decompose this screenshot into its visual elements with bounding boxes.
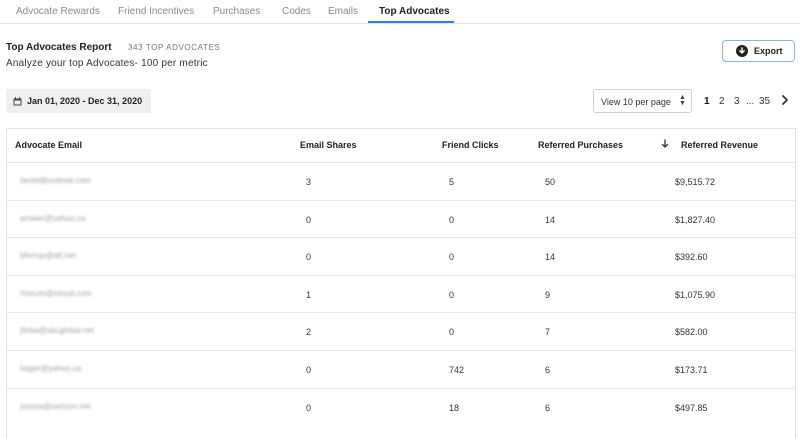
tab-bar: Advocate Rewards Friend Incentives Purch… bbox=[0, 0, 800, 24]
report-subtitle: Analyze your top Advocates- 100 per metr… bbox=[6, 58, 208, 69]
page-1-link[interactable]: 1 bbox=[704, 96, 710, 107]
table-row: larold@outlook.com 3 5 50 $9,515.72 bbox=[7, 162, 795, 199]
cell-referred-revenue: $9,515.72 bbox=[675, 177, 716, 187]
cell-referred-revenue: $1,827.40 bbox=[675, 214, 716, 225]
column-header-email-shares[interactable]: Email Shares bbox=[300, 140, 357, 150]
cell-referred-purchases: 9 bbox=[545, 289, 551, 300]
cell-email-shares: 0 bbox=[306, 402, 312, 413]
page-3-link[interactable]: 3 bbox=[734, 96, 740, 107]
cell-referred-purchases: 14 bbox=[545, 214, 556, 225]
cell-referred-revenue: $497.85 bbox=[675, 402, 708, 413]
cell-referred-revenue: $582.00 bbox=[675, 327, 708, 338]
cell-referred-revenue: $1,075.90 bbox=[675, 289, 716, 300]
cell-friend-clicks: 0 bbox=[449, 214, 455, 225]
tab-friend-incentives[interactable]: Friend Incentives bbox=[118, 6, 194, 17]
cell-advocate-email[interactable]: larold@outlook.com bbox=[20, 176, 91, 185]
cell-advocate-email[interactable]: psnow@verizon.net bbox=[20, 402, 90, 411]
export-button[interactable]: Export bbox=[722, 40, 795, 62]
top-advocates-table: Advocate Email Email Shares Friend Click… bbox=[6, 128, 796, 439]
cell-email-shares: 2 bbox=[306, 327, 312, 338]
date-range-picker[interactable]: Jan 01, 2020 - Dec 31, 2020 bbox=[6, 89, 151, 113]
table-row: rhorum@icloud.com 1 0 9 $1,075.90 bbox=[7, 274, 795, 312]
cell-advocate-email[interactable]: jfinke@sbcglobal.net bbox=[20, 326, 94, 335]
cell-referred-purchases: 6 bbox=[545, 365, 551, 375]
cell-friend-clicks: 742 bbox=[449, 365, 465, 375]
export-label: Export bbox=[754, 46, 783, 56]
column-header-referred-revenue[interactable]: Referred Revenue bbox=[681, 140, 758, 150]
per-page-select[interactable]: View 10 per page ▲ ▼ bbox=[593, 89, 692, 113]
column-header-email[interactable]: Advocate Email bbox=[15, 140, 82, 150]
table-row: bforrup@att.net 0 0 14 $392.60 bbox=[7, 237, 795, 274]
date-range-label: Jan 01, 2020 - Dec 31, 2020 bbox=[27, 96, 143, 106]
tab-advocate-rewards[interactable]: Advocate Rewards bbox=[16, 6, 100, 17]
page-2-link[interactable]: 2 bbox=[719, 96, 725, 107]
cell-friend-clicks: 0 bbox=[449, 289, 455, 300]
tab-emails[interactable]: Emails bbox=[328, 6, 358, 17]
table-row: ameier@yahoo.ca 0 0 14 $1,827.40 bbox=[7, 199, 795, 237]
cell-advocate-email[interactable]: bforrup@att.net bbox=[20, 251, 76, 260]
tab-purchases[interactable]: Purchases bbox=[213, 6, 260, 17]
cell-referred-revenue: $173.71 bbox=[675, 365, 708, 375]
cell-referred-purchases: 6 bbox=[545, 402, 551, 413]
cell-referred-purchases: 7 bbox=[545, 327, 551, 338]
download-circle-icon bbox=[736, 45, 748, 57]
active-tab-indicator bbox=[368, 21, 454, 23]
arrow-down-icon[interactable] bbox=[661, 139, 669, 149]
select-arrows-icon: ▲ ▼ bbox=[679, 94, 686, 107]
per-page-label: View 10 per page bbox=[601, 97, 671, 107]
table-row: hager@yahoo.ca 0 742 6 $173.71 bbox=[7, 350, 795, 387]
cell-referred-revenue: $392.60 bbox=[675, 252, 708, 263]
page-last-link[interactable]: 35 bbox=[759, 96, 770, 107]
cell-email-shares: 3 bbox=[306, 177, 312, 187]
chevron-right-icon[interactable] bbox=[780, 94, 790, 106]
calendar-icon bbox=[13, 97, 22, 106]
cell-email-shares: 1 bbox=[306, 289, 312, 300]
cell-email-shares: 0 bbox=[306, 365, 312, 375]
table-row: psnow@verizon.net 0 18 6 $497.85 bbox=[7, 387, 795, 425]
cell-advocate-email[interactable]: rhorum@icloud.com bbox=[20, 289, 92, 298]
cell-friend-clicks: 0 bbox=[449, 252, 455, 263]
report-count: 343 TOP ADVOCATES bbox=[128, 43, 221, 52]
cell-email-shares: 0 bbox=[306, 214, 312, 225]
cell-referred-purchases: 50 bbox=[545, 177, 556, 187]
cell-friend-clicks: 0 bbox=[449, 327, 455, 338]
cell-advocate-email[interactable]: ameier@yahoo.ca bbox=[20, 214, 85, 223]
column-header-friend-clicks[interactable]: Friend Clicks bbox=[442, 140, 499, 150]
cell-friend-clicks: 18 bbox=[449, 402, 460, 413]
pagination-ellipsis: ... bbox=[746, 96, 755, 107]
cell-referred-purchases: 14 bbox=[545, 252, 556, 263]
table-row: jfinke@sbcglobal.net 2 0 7 $582.00 bbox=[7, 312, 795, 349]
cell-advocate-email[interactable]: hager@yahoo.ca bbox=[20, 364, 81, 373]
cell-email-shares: 0 bbox=[306, 252, 312, 263]
tab-top-advocates[interactable]: Top Advocates bbox=[379, 6, 450, 17]
cell-friend-clicks: 5 bbox=[449, 177, 455, 187]
tab-codes[interactable]: Codes bbox=[282, 6, 311, 17]
report-title: Top Advocates Report bbox=[6, 42, 112, 53]
column-header-referred-purchases[interactable]: Referred Purchases bbox=[538, 140, 623, 150]
